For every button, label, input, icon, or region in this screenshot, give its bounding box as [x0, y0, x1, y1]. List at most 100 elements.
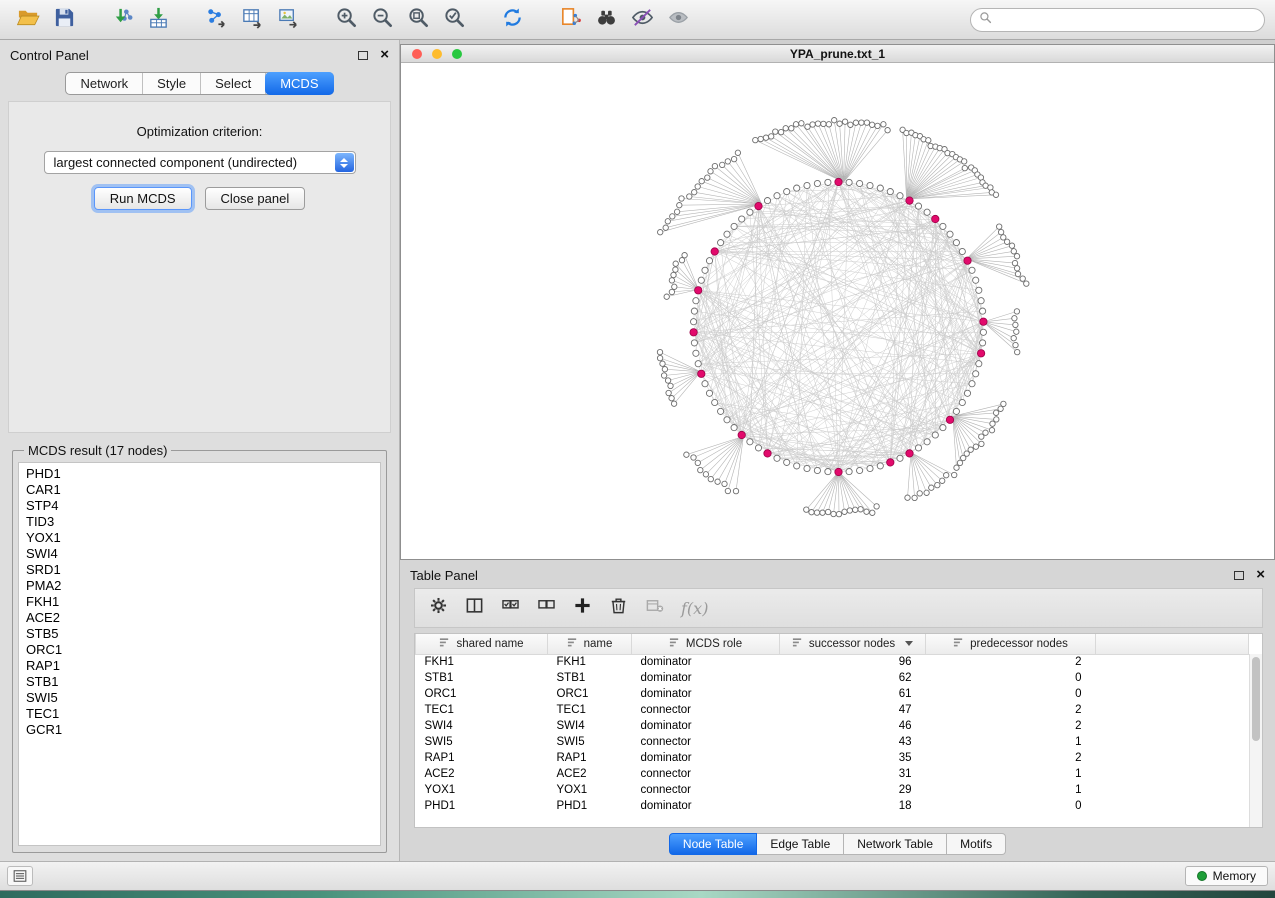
network-view-titlebar[interactable]: YPA_prune.txt_1 — [401, 45, 1274, 63]
mcds-result-group: MCDS result (17 nodes) PHD1CAR1STP4TID3Y… — [12, 443, 387, 853]
mcds-result-item[interactable]: GCR1 — [26, 722, 373, 738]
close-panel-button[interactable]: Close panel — [205, 187, 306, 210]
add-column-button[interactable] — [573, 596, 592, 620]
show-columns-button[interactable] — [465, 596, 484, 620]
column-header-name[interactable]: name — [548, 634, 632, 654]
import-table-button[interactable] — [140, 5, 176, 35]
float-panel-icon[interactable] — [358, 51, 368, 60]
export-image-icon — [277, 6, 300, 34]
mcds-result-item[interactable]: PHD1 — [26, 466, 373, 482]
table-row[interactable]: STB1STB1dominator620 — [416, 670, 1249, 686]
table-row[interactable]: PHD1PHD1dominator180 — [416, 798, 1249, 814]
control-panel-title: Control Panel — [10, 48, 358, 63]
refresh-button[interactable] — [494, 5, 530, 35]
tab-motifs[interactable]: Motifs — [947, 833, 1006, 855]
mcds-result-item[interactable]: SRD1 — [26, 562, 373, 578]
memory-status-icon — [1197, 871, 1207, 881]
delete-column-button[interactable] — [609, 596, 628, 620]
table-row[interactable]: SWI5SWI5connector431 — [416, 734, 1249, 750]
column-header-predecessor-nodes[interactable]: predecessor nodes — [926, 634, 1096, 654]
open-file-button[interactable] — [10, 5, 46, 35]
table-cell: connector — [632, 734, 780, 750]
close-panel-icon[interactable]: × — [380, 50, 389, 60]
zoom-selected-button[interactable] — [436, 5, 472, 35]
table-cell: STB1 — [548, 670, 632, 686]
memory-button[interactable]: Memory — [1185, 866, 1268, 886]
mcds-result-item[interactable]: PMA2 — [26, 578, 373, 594]
show-graphics-details-button[interactable] — [660, 5, 696, 35]
zoom-out-button[interactable] — [364, 5, 400, 35]
column-header-successor-nodes[interactable]: successor nodes — [780, 634, 926, 654]
mcds-result-item[interactable]: SWI5 — [26, 690, 373, 706]
mcds-result-item[interactable]: RAP1 — [26, 658, 373, 674]
scrollbar-thumb[interactable] — [1252, 657, 1260, 741]
column-header-shared-name[interactable]: shared name — [416, 634, 548, 654]
export-table-button[interactable] — [234, 5, 270, 35]
mcds-result-item[interactable]: TEC1 — [26, 706, 373, 722]
import-network-button[interactable] — [104, 5, 140, 35]
mcds-result-item[interactable]: ACE2 — [26, 610, 373, 626]
table-cell: 35 — [780, 750, 926, 766]
minimize-window-icon[interactable] — [432, 49, 442, 59]
table-cell: connector — [632, 766, 780, 782]
control-panel-tabs: NetworkStyleSelectMCDS — [65, 72, 333, 95]
mcds-result-item[interactable]: SWI4 — [26, 546, 373, 562]
search-binoculars-button[interactable] — [588, 5, 624, 35]
table-row[interactable]: YOX1YOX1connector291 — [416, 782, 1249, 798]
mcds-result-item[interactable]: STB5 — [26, 626, 373, 642]
mcds-result-item[interactable]: TID3 — [26, 514, 373, 530]
network-search-field[interactable] — [970, 8, 1265, 32]
table-row[interactable]: FKH1FKH1dominator962 — [416, 654, 1249, 670]
table-row[interactable]: ORC1ORC1dominator610 — [416, 686, 1249, 702]
mcds-result-item[interactable]: STB1 — [26, 674, 373, 690]
table-cell: 46 — [780, 718, 926, 734]
export-image-button[interactable] — [270, 5, 306, 35]
table-cell: FKH1 — [548, 654, 632, 670]
tab-style[interactable]: Style — [143, 73, 201, 94]
tab-edge-table[interactable]: Edge Table — [757, 833, 844, 855]
close-table-panel-icon[interactable]: × — [1256, 570, 1265, 580]
table-cell: 0 — [926, 686, 1096, 702]
tab-select[interactable]: Select — [201, 73, 266, 94]
function-builder-button[interactable]: f(x) — [681, 599, 708, 618]
column-header-MCDS-role[interactable]: MCDS role — [632, 634, 780, 654]
table-row[interactable]: RAP1RAP1dominator352 — [416, 750, 1249, 766]
float-table-panel-icon[interactable] — [1234, 571, 1244, 580]
select-all-rows-button[interactable] — [501, 596, 520, 620]
close-window-icon[interactable] — [412, 49, 422, 59]
tab-node-table[interactable]: Node Table — [669, 833, 758, 855]
optimization-criterion-select[interactable]: largest connected component (undirected) — [44, 151, 356, 174]
tab-network-table[interactable]: Network Table — [844, 833, 947, 855]
mcds-result-item[interactable]: FKH1 — [26, 594, 373, 610]
tab-mcds[interactable]: MCDS — [265, 72, 333, 95]
tab-network[interactable]: Network — [66, 73, 143, 94]
mcds-result-list[interactable]: PHD1CAR1STP4TID3YOX1SWI4SRD1PMA2FKH1ACE2… — [18, 462, 381, 846]
zoom-in-button[interactable] — [328, 5, 364, 35]
run-mcds-button[interactable]: Run MCDS — [94, 187, 192, 210]
annotation-share-button[interactable] — [552, 5, 588, 35]
zoom-fit-button[interactable] — [400, 5, 436, 35]
mcds-result-item[interactable]: STP4 — [26, 498, 373, 514]
deselect-all-rows-button[interactable] — [537, 596, 556, 620]
table-row[interactable]: TEC1TEC1connector472 — [416, 702, 1249, 718]
table-row[interactable]: ACE2ACE2connector311 — [416, 766, 1249, 782]
search-input[interactable] — [997, 13, 1256, 27]
sort-icon — [953, 637, 964, 651]
table-settings-button[interactable] — [429, 596, 448, 620]
delete-table-button[interactable] — [645, 596, 664, 620]
table-scrollbar[interactable] — [1249, 654, 1262, 827]
export-network-button[interactable] — [198, 5, 234, 35]
table-cell: YOX1 — [416, 782, 548, 798]
task-history-button[interactable] — [7, 866, 33, 886]
network-canvas[interactable] — [401, 63, 1274, 559]
mcds-result-item[interactable]: YOX1 — [26, 530, 373, 546]
table-cell: 43 — [780, 734, 926, 750]
table-row[interactable]: SWI4SWI4dominator462 — [416, 718, 1249, 734]
maximize-window-icon[interactable] — [452, 49, 462, 59]
mcds-result-item[interactable]: ORC1 — [26, 642, 373, 658]
optimization-criterion-value: largest connected component (undirected) — [54, 155, 298, 170]
hide-graphics-details-button[interactable] — [624, 5, 660, 35]
mcds-result-item[interactable]: CAR1 — [26, 482, 373, 498]
save-button[interactable] — [46, 5, 82, 35]
network-graph[interactable] — [401, 63, 1274, 559]
